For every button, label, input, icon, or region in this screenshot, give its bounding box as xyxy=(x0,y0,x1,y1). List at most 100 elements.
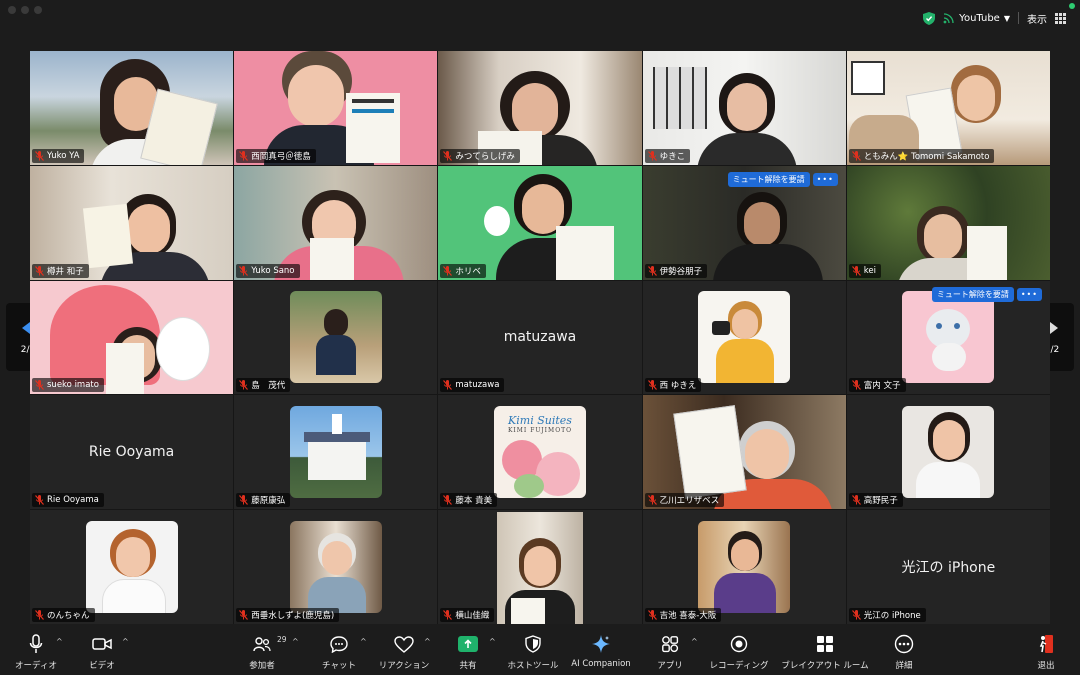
mic-off-icon xyxy=(647,610,657,620)
video-gallery: Yuko YA 西岡真弓＠徳島 みつてらしげみ ゆきこ ともみん⭐ Tomomi… xyxy=(30,51,1050,624)
video-tile[interactable]: のんちゃん xyxy=(30,510,234,624)
participant-name-tag: 島 茂代 xyxy=(236,378,291,393)
participant-display-name: matuzawa xyxy=(503,329,577,346)
participant-name-tag: ゆきこ xyxy=(644,148,691,163)
youtube-label: YouTube xyxy=(959,12,1000,24)
chevron-down-icon: ▼ xyxy=(1003,13,1010,23)
mic-off-icon xyxy=(443,265,453,276)
profile-picture xyxy=(85,521,178,614)
video-button[interactable]: ビデオ xyxy=(57,633,147,671)
mic-off-icon xyxy=(239,495,249,506)
mic-off-icon xyxy=(851,380,861,391)
request-unmute-button[interactable]: ミュート解除を要請 xyxy=(931,286,1014,302)
mic-off-icon xyxy=(35,265,44,276)
profile-picture xyxy=(289,406,382,499)
participants-icon xyxy=(253,637,271,652)
shield-icon xyxy=(525,635,541,653)
unmute-request[interactable]: ミュート解除を要請 ••• xyxy=(727,171,838,187)
mic-off-icon xyxy=(851,150,861,161)
video-tile[interactable]: sueko imato xyxy=(30,280,234,395)
mic-off-icon xyxy=(443,150,453,161)
mic-off-icon xyxy=(239,265,249,276)
mic-off-icon xyxy=(239,150,249,161)
mic-off-icon xyxy=(647,265,657,276)
microphone-icon xyxy=(29,634,43,653)
mic-off-icon xyxy=(851,265,861,276)
video-tile[interactable]: ホリベ xyxy=(438,165,642,280)
video-tile[interactable]: ゆきこ xyxy=(642,51,846,165)
video-camera-icon xyxy=(92,638,112,650)
chat-icon xyxy=(330,635,348,653)
shield-icon[interactable] xyxy=(923,11,936,25)
window-controls[interactable] xyxy=(8,6,42,14)
video-tile[interactable]: 西垂水しずよ(鹿児島) xyxy=(234,510,438,624)
video-tile[interactable]: 藤原康弘 xyxy=(234,395,438,510)
live-stream-icon xyxy=(943,13,954,24)
youtube-stream-menu[interactable]: YouTube ▼ xyxy=(943,12,1010,24)
unmute-request[interactable]: ミュート解除を要請 ••• xyxy=(931,286,1042,302)
video-tile[interactable]: 乙川エリザベス xyxy=(642,395,846,510)
more-icon xyxy=(894,634,914,654)
participant-name-tag: kei xyxy=(848,263,882,278)
mic-off-icon xyxy=(35,150,44,161)
profile-picture xyxy=(496,512,583,624)
mic-off-icon xyxy=(647,495,657,506)
video-tile[interactable]: Yuko Sano xyxy=(234,165,438,280)
participant-name-tag: Yuko YA xyxy=(32,148,85,163)
apps-icon xyxy=(662,636,679,653)
video-tile[interactable]: Kimi Suites KIMI FUJIMOTO 藤本 貴美 xyxy=(438,395,642,510)
more-button[interactable]: 詳細 xyxy=(859,633,949,671)
record-icon xyxy=(730,635,748,653)
video-tile[interactable]: 光江の iPhone 光江の iPhone xyxy=(846,510,1050,624)
video-tile[interactable]: みつてらしげみ xyxy=(438,51,642,165)
video-tile[interactable]: 吉池 喜泰-大阪 xyxy=(642,510,846,624)
participant-name-tag: 西垂水しずよ(鹿児島) xyxy=(236,608,340,622)
video-tile[interactable]: 西岡真弓＠徳島 xyxy=(234,51,438,165)
video-tile[interactable]: Rie Ooyama Rie Ooyama xyxy=(30,395,234,510)
video-tile[interactable]: matuzawa matuzawa xyxy=(438,280,642,395)
video-tile[interactable]: 西 ゆきえ xyxy=(642,280,846,395)
profile-picture xyxy=(902,406,995,499)
breakout-rooms-button[interactable]: ブレイクアウト ルーム xyxy=(780,633,870,671)
video-tile[interactable]: ともみん⭐ Tomomi Sakamoto xyxy=(846,51,1050,165)
grid-view-icon[interactable] xyxy=(1055,12,1066,24)
mic-off-icon xyxy=(443,380,453,391)
mic-off-icon xyxy=(443,610,453,620)
mic-off-icon xyxy=(239,610,249,620)
participant-name-tag: Yuko Sano xyxy=(236,263,300,278)
more-options-button[interactable]: ••• xyxy=(812,172,838,186)
video-tile[interactable]: kei xyxy=(846,165,1050,280)
participant-name-tag: 樽井 和子 xyxy=(32,263,89,278)
book-author: KIMI FUJIMOTO xyxy=(507,427,573,435)
participant-name-tag: 横山佳織 xyxy=(440,608,495,622)
participant-name-tag: 乙川エリザベス xyxy=(644,493,725,508)
participant-name-tag: 吉池 喜泰-大阪 xyxy=(644,608,722,622)
participant-name-tag: 藤本 貴美 xyxy=(440,493,498,508)
participant-name-tag: 西 ゆきえ xyxy=(644,378,702,393)
participant-name-tag: Rie Ooyama xyxy=(32,493,104,508)
mic-off-icon xyxy=(443,495,453,506)
mic-off-icon xyxy=(851,610,861,620)
video-options-caret[interactable]: ^ xyxy=(122,637,129,646)
participant-name-tag: sueko imato xyxy=(32,378,104,393)
more-options-button[interactable]: ••• xyxy=(1016,287,1042,301)
breakout-rooms-icon xyxy=(817,636,833,652)
video-tile[interactable]: ミュート解除を要請 ••• 富内 文子 xyxy=(846,280,1050,395)
video-tile[interactable]: 島 茂代 xyxy=(234,280,438,395)
video-tile[interactable]: 樽井 和子 xyxy=(30,165,234,280)
video-tile[interactable]: ミュート解除を要請 ••• 伊勢谷朋子 xyxy=(642,165,846,280)
video-tile[interactable]: Yuko YA xyxy=(30,51,234,165)
leave-meeting-button[interactable]: 退出 xyxy=(1001,633,1080,671)
profile-picture xyxy=(902,291,995,384)
participant-name-tag: 藤原康弘 xyxy=(236,493,291,508)
participant-name-tag: ともみん⭐ Tomomi Sakamoto xyxy=(848,148,995,163)
request-unmute-button[interactable]: ミュート解除を要請 xyxy=(727,171,810,187)
video-tile[interactable]: 横山佳織 xyxy=(438,510,642,624)
meeting-toolbar: オーディオ ^ ビデオ ^ 29 参加者 ^ チャット ^ リアクション ^ 共… xyxy=(0,627,1080,675)
profile-picture xyxy=(698,521,791,614)
profile-picture xyxy=(289,521,382,614)
record-button[interactable]: レコーディング xyxy=(694,633,784,671)
mic-off-icon xyxy=(35,495,44,506)
view-label[interactable]: 表示 xyxy=(1027,11,1047,26)
video-tile[interactable]: 高野民子 xyxy=(846,395,1050,510)
